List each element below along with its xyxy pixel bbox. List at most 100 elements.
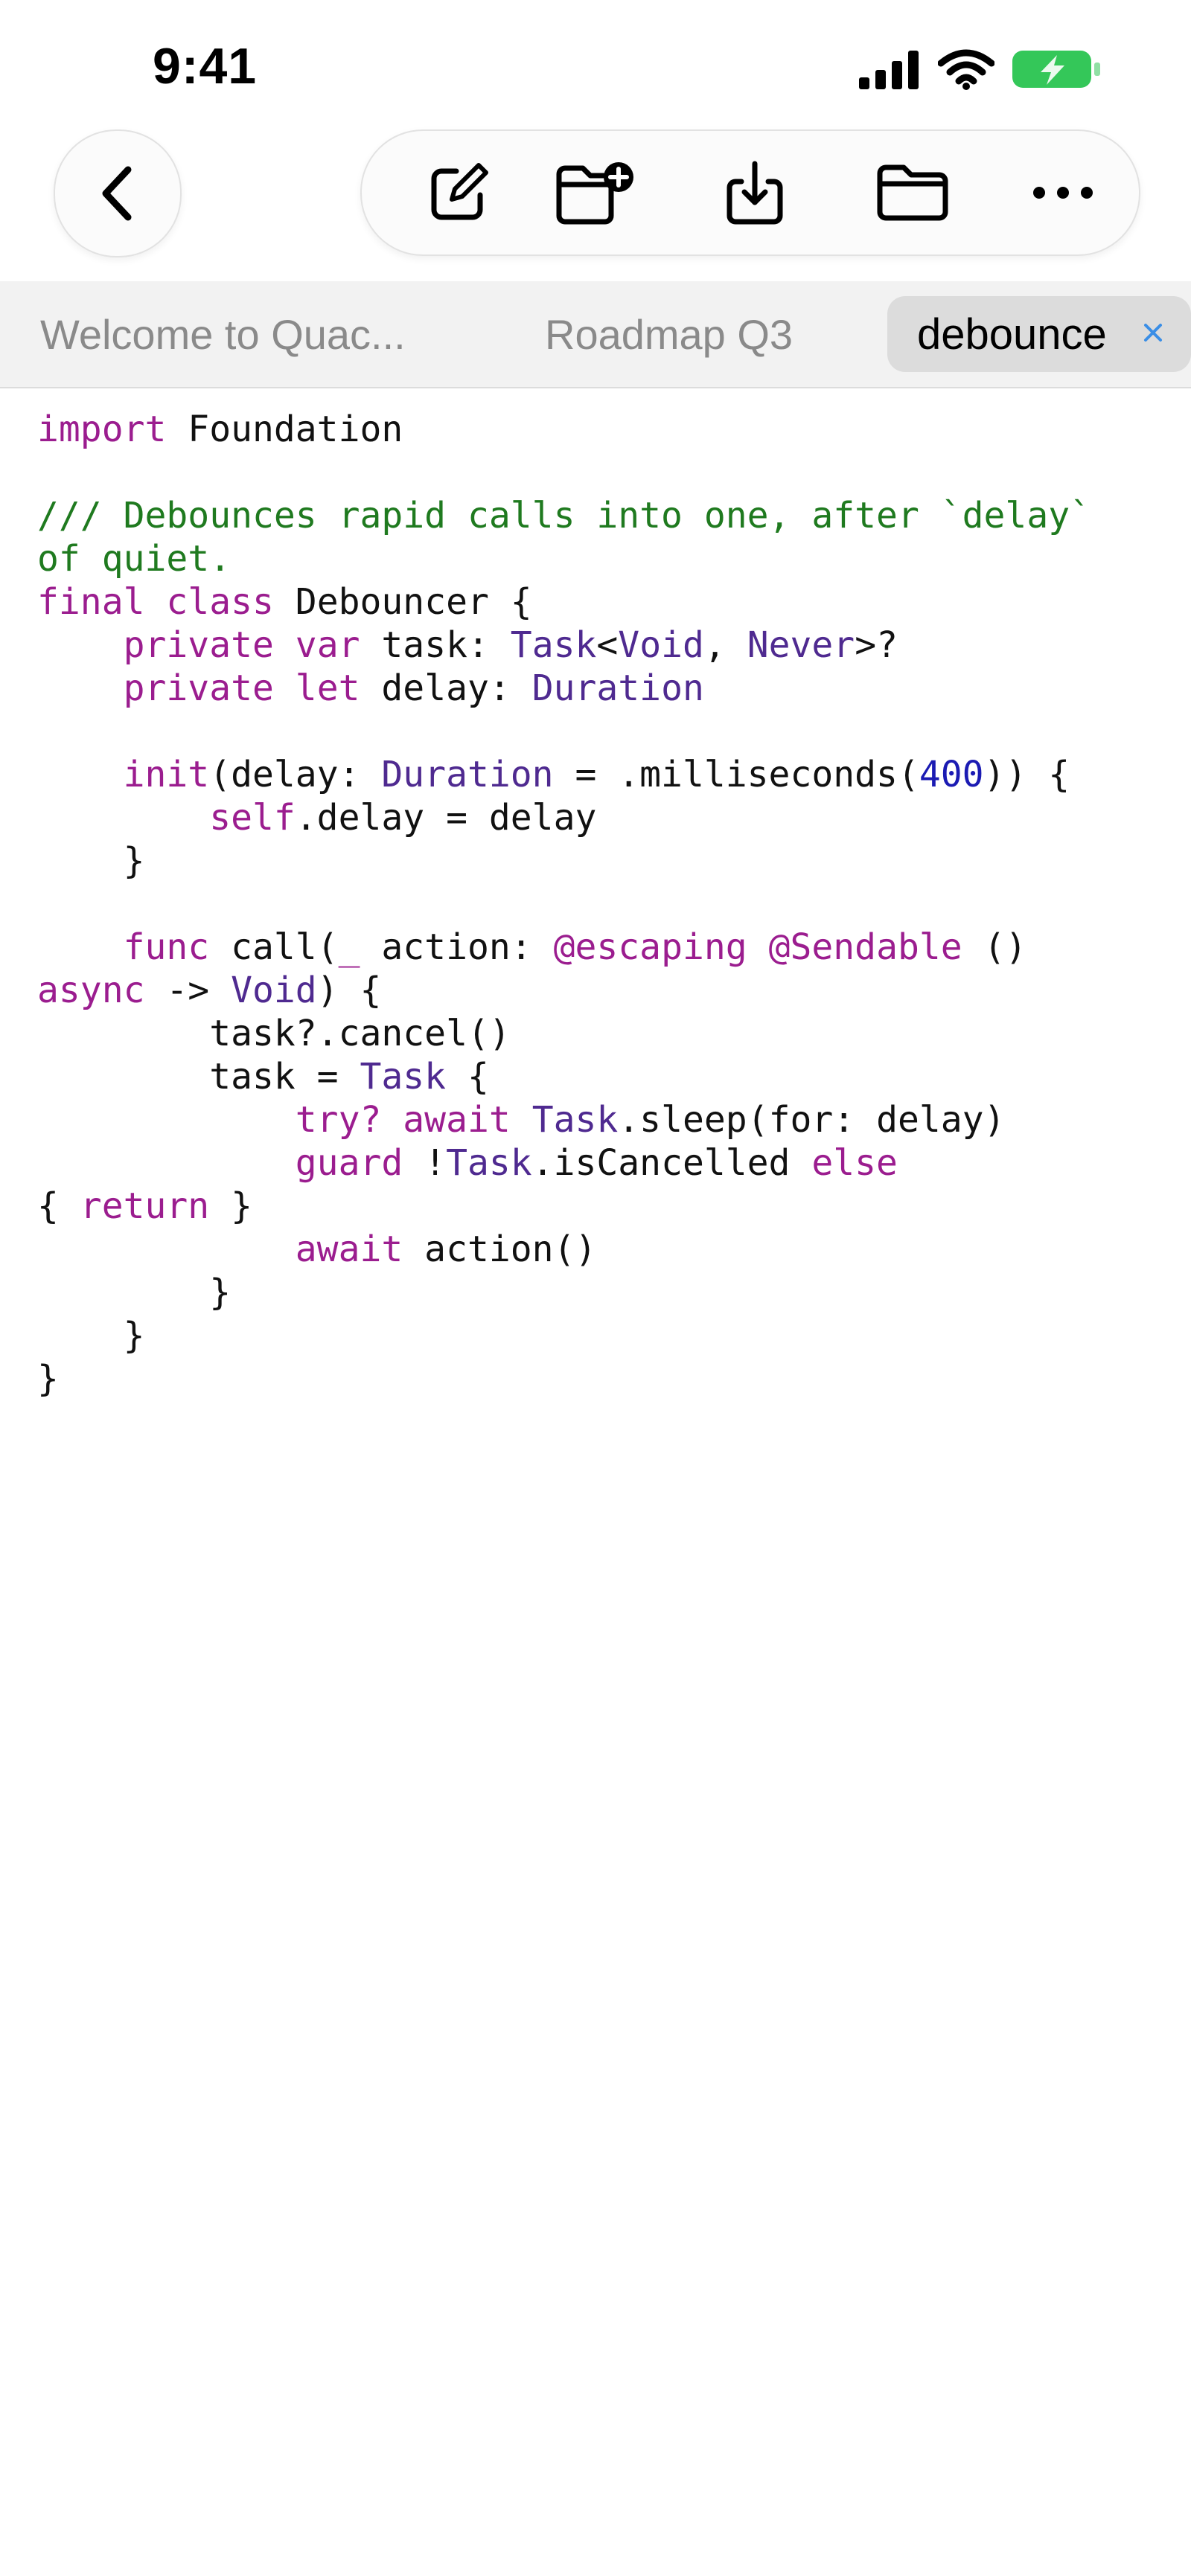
code-token: class [166,581,274,623]
tab-close-button[interactable] [1134,314,1172,351]
status-bar: 9:41 [0,0,1191,126]
new-folder-icon [556,162,633,225]
tab-welcome[interactable]: Welcome to Quac... [40,281,406,387]
code-line: } [37,1271,1169,1314]
code-token: guard [295,1142,403,1184]
code-editor[interactable]: import Foundation /// Debounces rapid ca… [37,408,1169,1400]
code-token: } [37,1272,232,1313]
action-toolbar [360,129,1140,256]
tab-roadmap-q3[interactable]: Roadmap Q3 [545,281,793,387]
code-token: { [37,1185,80,1227]
code-token: < [596,624,619,666]
code-token: Duration [531,667,704,709]
code-token: () [962,926,1027,968]
code-line: init(delay: Duration = .milliseconds(400… [37,753,1169,796]
code-token: } [37,1315,145,1356]
code-token: delay: [360,667,532,709]
chevron-left-icon [102,166,132,221]
code-line: guard !Task.isCancelled else [37,1141,1169,1185]
code-line: await action() [37,1228,1169,1271]
code-line: private let delay: Duration [37,667,1169,710]
code-line: task = Task { [37,1055,1169,1098]
code-line: final class Debouncer { [37,580,1169,624]
code-line: self.delay = delay [37,796,1169,839]
code-token: Task [531,1099,619,1141]
code-token: , [703,624,747,666]
code-token: .isCancelled [531,1142,812,1184]
code-line: try? await Task.sleep(for: delay) [37,1098,1169,1141]
code-token: action: [360,926,554,968]
code-token: (delay: [209,754,382,795]
tab-bar: Welcome to Quac... Roadmap Q3 debounce [0,281,1191,388]
code-token: await [403,1099,511,1141]
code-token: -> [144,970,232,1011]
code-token: /// Debounces rapid calls into one, afte… [37,495,1092,536]
code-token: var [295,624,360,666]
wifi-icon [937,48,995,94]
folder-button[interactable] [860,131,965,254]
code-line: } [37,839,1169,882]
code-token: .delay = delay [295,797,597,839]
back-button[interactable] [54,129,182,257]
folder-icon [877,164,948,221]
code-token: Task [446,1142,532,1184]
code-token: 400 [919,754,984,795]
code-token: else [811,1142,898,1184]
code-token: { [446,1056,489,1098]
code-token: Debouncer { [273,581,532,623]
more-button[interactable] [1011,131,1115,254]
code-token: ) { [316,970,382,1011]
compose-button[interactable] [406,131,511,254]
tab-label: debounce [917,310,1107,359]
close-icon [1144,324,1162,342]
code-token: task: [360,624,511,666]
code-token: private [123,624,274,666]
code-line: of quiet. [37,537,1169,580]
code-token: try? [295,1099,382,1141]
code-token: private [123,667,274,709]
code-token: self [209,797,296,839]
code-token: of quiet. [37,538,232,580]
code-token: init [123,754,210,795]
code-token: await [295,1228,403,1270]
code-token: Foundation [166,408,403,450]
status-icons [859,48,1102,94]
code-token: action() [403,1228,597,1270]
status-time: 9:41 [153,38,258,94]
code-token: final [37,581,145,623]
code-token: func [123,926,210,968]
code-line: task?.cancel() [37,1012,1169,1055]
code-line: { return } [37,1185,1169,1228]
new-folder-button[interactable] [545,131,649,254]
tab-debounce[interactable]: debounce [887,296,1191,372]
code-token: import [37,408,167,450]
code-line: import Foundation [37,408,1169,451]
code-token: @Sendable [768,926,962,968]
code-line: } [37,1357,1169,1400]
code-token: Duration [381,754,554,795]
download-button[interactable] [703,131,807,254]
code-token: ! [403,1142,447,1184]
code-token: let [295,667,360,709]
code-token: Task [360,1056,447,1098]
tab-label: Roadmap Q3 [545,310,794,358]
more-icon [1033,187,1093,199]
code-token: Never [747,624,855,666]
code-token: } [209,1185,252,1227]
code-token: } [37,1358,59,1400]
